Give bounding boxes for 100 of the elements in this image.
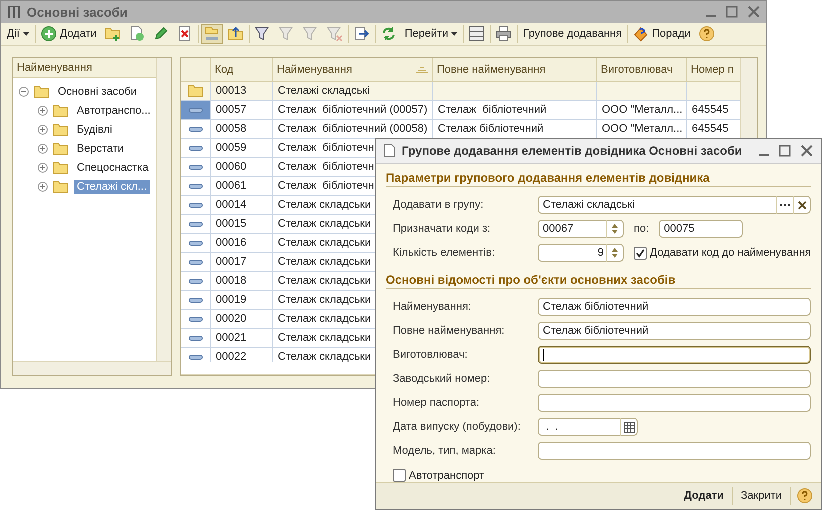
tree-item[interactable]: Основні засоби xyxy=(55,84,140,98)
input-field[interactable]: 00075 xyxy=(659,220,744,238)
table-cell: 00057 xyxy=(211,101,273,120)
expand-icon[interactable] xyxy=(38,144,48,154)
column-header[interactable]: Найменування xyxy=(13,58,156,78)
expand-icon[interactable] xyxy=(38,106,48,116)
table-cell: Стелаж бібліотечний (00057) xyxy=(273,101,433,120)
item-icon xyxy=(188,298,202,302)
item-icon xyxy=(188,278,202,284)
dialog-button[interactable]: Додати xyxy=(682,490,726,502)
tree-item[interactable]: Будівлі xyxy=(74,122,116,136)
document-icon xyxy=(384,144,396,158)
field-label: Виготовлювач: xyxy=(393,349,469,362)
item-icon xyxy=(188,354,202,360)
columns-icon xyxy=(469,26,486,42)
menu-button[interactable]: Дії xyxy=(4,26,33,42)
table-cell: Стелажі складські xyxy=(273,82,433,101)
column-header[interactable]: Код xyxy=(211,58,273,82)
book-icon xyxy=(633,26,650,42)
group-field[interactable]: Стелажі складські xyxy=(538,196,811,214)
column-header[interactable]: Найменування xyxy=(273,58,433,82)
tree-item[interactable]: Автотранспо... xyxy=(74,104,154,118)
item-icon xyxy=(188,316,202,322)
field-label: Дата випуску (побудови): xyxy=(393,421,522,434)
input-field[interactable] xyxy=(538,394,811,412)
checkbox[interactable] xyxy=(393,469,406,482)
filter-icon xyxy=(254,26,271,42)
section-heading: Основні відомості про об'єкти основних засобів xyxy=(386,271,811,290)
scrollbar[interactable] xyxy=(13,361,171,375)
calendar-icon[interactable] xyxy=(624,422,634,433)
toolbar-button[interactable]: Групове додавання xyxy=(520,26,626,42)
toolbar-button[interactable]: Додати xyxy=(38,24,100,44)
folder-icon xyxy=(34,84,50,98)
filter-clear-icon xyxy=(326,26,343,42)
table-cell: 00017 xyxy=(211,253,273,272)
checkbox-label[interactable]: Автотранспорт xyxy=(409,470,485,482)
spin-icon[interactable] xyxy=(611,223,619,236)
input-field[interactable] xyxy=(538,370,811,388)
expand-icon[interactable] xyxy=(38,124,48,134)
checkbox[interactable] xyxy=(634,246,647,260)
maximize-icon[interactable] xyxy=(726,6,738,18)
item-icon xyxy=(188,126,202,132)
sort-icon xyxy=(416,66,428,74)
item-icon xyxy=(188,260,202,264)
folder-icon xyxy=(53,180,69,194)
folder-icon xyxy=(53,142,69,156)
input-field[interactable]: Стелаж бібліотечний xyxy=(538,298,811,316)
column-header[interactable]: Номер п xyxy=(687,58,740,82)
collapse-icon[interactable] xyxy=(19,86,29,96)
pencil-icon xyxy=(152,26,169,42)
table-cell: 00061 xyxy=(211,177,273,196)
section-heading: Параметри групового додавання елементів довідника xyxy=(386,169,811,188)
spin-icon[interactable] xyxy=(611,247,619,260)
output-icon xyxy=(354,26,370,42)
tree-item[interactable]: Верстати xyxy=(74,142,128,156)
field-label: Заводський номер: xyxy=(393,373,492,386)
close-icon[interactable] xyxy=(748,6,760,18)
select-button[interactable] xyxy=(776,196,793,214)
help-icon[interactable] xyxy=(797,488,813,504)
printer-icon xyxy=(496,26,512,42)
menu-button[interactable]: Перейти xyxy=(402,26,462,42)
table-cell: 00060 xyxy=(211,158,273,177)
checkbox-label[interactable]: Додавати код до найменування xyxy=(650,247,812,260)
item-icon xyxy=(188,184,202,188)
tree-item[interactable]: Спецоснастка xyxy=(74,160,152,174)
folder-icon xyxy=(188,84,204,98)
toolbar-button[interactable]: Поради xyxy=(630,24,694,44)
dialog-button[interactable]: Закрити xyxy=(738,490,784,502)
folder-up-icon xyxy=(228,26,244,42)
column-header[interactable]: Повне найменування xyxy=(433,58,597,82)
table-cell: 00015 xyxy=(211,215,273,234)
date-field[interactable]: . . xyxy=(538,418,638,436)
new-folder-icon xyxy=(104,26,121,42)
field-label: по: xyxy=(634,223,650,236)
spin-field[interactable]: 9 xyxy=(538,244,624,262)
table-cell: 00019 xyxy=(211,291,273,310)
dots-icon xyxy=(780,204,790,206)
input-field[interactable]: Стелаж бібліотечний xyxy=(538,322,811,340)
column-header[interactable]: Виготовлювач xyxy=(597,58,687,82)
input-field[interactable] xyxy=(538,346,811,364)
field-label: Модель, тип, марка: xyxy=(393,445,497,458)
app-icon xyxy=(7,5,21,19)
caret-icon xyxy=(22,32,30,36)
scrollbar[interactable] xyxy=(156,58,171,361)
item-icon xyxy=(188,146,202,150)
table-cell: 00022 xyxy=(211,348,273,362)
maximize-icon[interactable] xyxy=(779,145,791,158)
list-view-icon xyxy=(204,26,220,42)
table-cell: 00059 xyxy=(211,139,273,158)
folder-icon xyxy=(53,122,69,136)
input-field[interactable] xyxy=(538,442,811,460)
item-icon xyxy=(188,222,202,226)
close-icon[interactable] xyxy=(801,145,813,158)
refresh-icon xyxy=(380,26,397,42)
table-cell: 00058 xyxy=(211,120,273,139)
expand-icon[interactable] xyxy=(38,182,48,192)
spin-field[interactable]: 00067 xyxy=(538,220,624,238)
item-icon xyxy=(188,240,202,246)
filter-icon xyxy=(278,26,295,42)
expand-icon[interactable] xyxy=(38,162,48,172)
